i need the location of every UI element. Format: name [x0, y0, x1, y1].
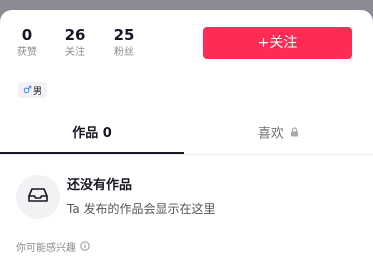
empty-state-subtitle: Ta 发布的作品会显示在这里: [67, 202, 216, 216]
stat-following-value: 26: [64, 26, 86, 44]
male-icon: ♂: [23, 84, 32, 96]
stat-followers-label: 粉丝: [114, 47, 134, 58]
stat-followers-value: 25: [113, 26, 135, 44]
profile-tabs: 作品 0 喜欢: [0, 122, 373, 155]
tab-likes[interactable]: 喜欢: [184, 122, 373, 154]
tab-likes-label: 喜欢: [257, 126, 284, 142]
info-icon[interactable]: [80, 241, 90, 256]
inbox-icon: [28, 187, 48, 207]
stat-followers[interactable]: 25 粉丝: [107, 26, 141, 60]
lock-icon: [290, 122, 299, 146]
stat-following-label: 关注: [65, 47, 85, 58]
stat-following[interactable]: 26 关注: [58, 26, 92, 60]
profile-sheet: 0 获赞 26 关注 25 粉丝 +关注 ♂ 男 作品 0 喜欢 还没有作品 T…: [0, 10, 373, 259]
gender-label: 男: [32, 86, 42, 97]
follow-button[interactable]: +关注: [203, 27, 352, 59]
gender-tag: ♂ 男: [18, 82, 47, 98]
tab-works[interactable]: 作品 0: [0, 122, 184, 154]
suggest-header: 你可能感兴趣: [16, 241, 90, 256]
tab-works-label: 作品 0: [72, 126, 112, 141]
suggest-label: 你可能感兴趣: [16, 242, 76, 254]
stat-likes-value: 0: [21, 26, 33, 44]
empty-state-icon-bg: [16, 175, 60, 219]
empty-state-title: 还没有作品: [67, 178, 133, 193]
stat-likes-label: 获赞: [17, 47, 37, 58]
tabs-divider: [0, 154, 373, 155]
stat-likes[interactable]: 0 获赞: [10, 26, 44, 60]
